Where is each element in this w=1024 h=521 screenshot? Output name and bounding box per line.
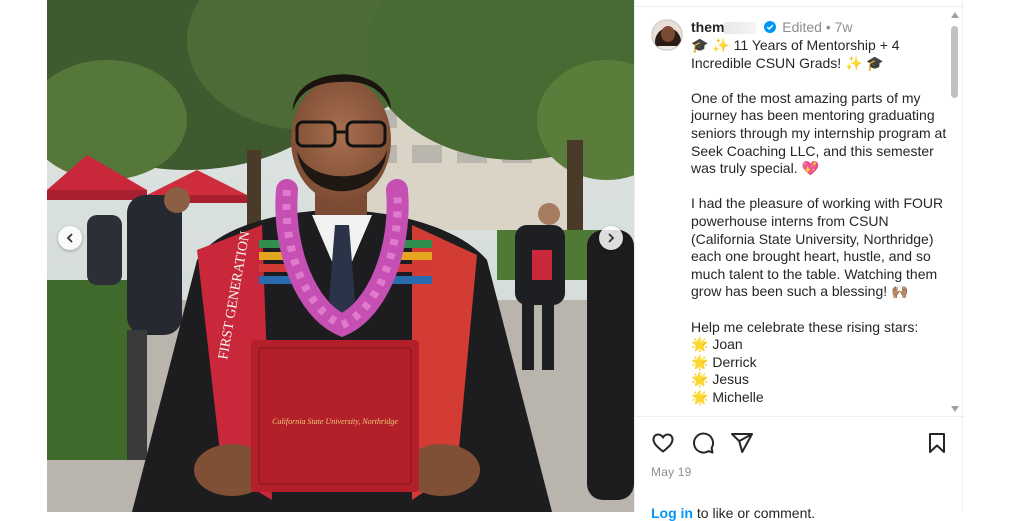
post-actions-bar: May 19 Log in to like or comment.	[635, 416, 964, 521]
heart-icon[interactable]	[651, 431, 675, 455]
diploma-cover	[251, 340, 419, 492]
star-name: Derrick	[712, 353, 757, 370]
star-name: Jesus	[712, 371, 749, 388]
edited-label: Edited	[782, 19, 822, 35]
star-emoji: 🌟	[691, 353, 709, 370]
star-emoji: 🌟	[691, 388, 709, 405]
caption-scrollbar[interactable]	[948, 8, 960, 416]
login-prompt: Log in to like or comment.	[651, 505, 815, 521]
post-photo[interactable]: California State University, Northridge …	[47, 0, 634, 512]
profile-photo	[652, 20, 682, 50]
comment-icon[interactable]	[691, 431, 715, 455]
caption-scroll-area[interactable]: them Edited • 7w 🎓 ✨ 11 Years of Mentors…	[635, 6, 964, 416]
post-date: May 19	[651, 465, 692, 479]
login-link[interactable]: Log in	[651, 505, 693, 521]
scroll-up-arrow-icon[interactable]	[951, 12, 959, 18]
login-suffix: to like or comment.	[696, 505, 816, 521]
star-emoji: 🌟	[691, 336, 709, 353]
caption-paragraph-2: I had the pleasure of working with FOUR …	[691, 195, 948, 300]
graduation-photo: California State University, Northridge …	[47, 0, 634, 512]
scroll-down-arrow-icon[interactable]	[951, 406, 959, 412]
post-header: them Edited • 7w	[691, 19, 853, 35]
star-name: Michelle	[712, 388, 764, 405]
bookmark-icon[interactable]	[925, 431, 949, 455]
scrollbar-thumb[interactable]	[951, 26, 958, 98]
caption-paragraph-1: One of the most amazing parts of my jour…	[691, 89, 951, 177]
previous-photo-button[interactable]	[58, 226, 82, 250]
verified-badge-icon	[764, 21, 777, 33]
chevron-left-icon	[66, 233, 73, 243]
username-link[interactable]: them	[691, 19, 724, 35]
instagram-post-embed: California State University, Northridge …	[0, 0, 1024, 521]
star-name: Joan	[712, 336, 743, 353]
caption-paragraph-3: Help me celebrate these rising stars:	[691, 318, 919, 335]
star-list-item: 🌟 Michelle	[691, 389, 949, 407]
diploma-text: California State University, Northridge	[272, 417, 398, 426]
meta-separator: •	[825, 19, 831, 35]
username-redaction	[724, 22, 757, 35]
post-caption: 🎓 ✨ 11 Years of Mentorship + 4 Incredibl…	[691, 37, 949, 406]
next-photo-button[interactable]	[599, 226, 623, 250]
avatar[interactable]	[651, 19, 683, 51]
star-list-item: 🌟 Jesus	[691, 371, 949, 389]
star-emoji: 🌟	[691, 371, 709, 388]
post-side-panel: them Edited • 7w 🎓 ✨ 11 Years of Mentors…	[634, 0, 964, 521]
post-age[interactable]: 7w	[835, 19, 853, 35]
caption-title: 🎓 ✨ 11 Years of Mentorship + 4 Incredibl…	[691, 37, 904, 71]
star-list-item: 🌟 Joan	[691, 336, 949, 354]
star-list-item: 🌟 Derrick	[691, 354, 949, 372]
share-icon[interactable]	[730, 431, 754, 455]
chevron-right-icon	[608, 233, 615, 243]
